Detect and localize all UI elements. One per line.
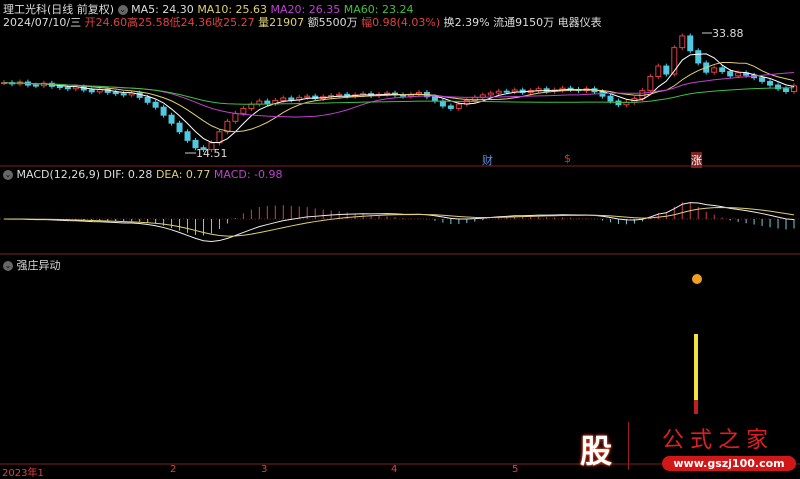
x-label: 2023年1 — [2, 468, 44, 479]
candle — [232, 112, 239, 122]
candle — [56, 85, 63, 89]
watermark: 股 公式之家 www.gszj100.com — [560, 420, 800, 476]
candle — [639, 90, 646, 100]
high-price-label: 33.88 — [712, 27, 744, 40]
candle — [495, 90, 502, 94]
candle — [607, 95, 614, 102]
dividend-marker[interactable]: $ — [564, 152, 571, 165]
macd-dea: DEA: 0.77 — [155, 168, 211, 181]
candle — [695, 50, 702, 64]
candle — [112, 91, 119, 95]
candle — [687, 35, 694, 52]
low-price-label: 14.51 — [196, 147, 228, 160]
x-label: 2 — [170, 464, 177, 475]
chevron-down-icon[interactable]: ⌄ — [3, 170, 13, 180]
candle — [447, 105, 454, 109]
candle — [735, 72, 742, 77]
candle — [144, 96, 151, 103]
watermark-name: 公式之家 — [662, 428, 775, 453]
watermark-url: www.gszj100.com — [662, 456, 796, 471]
candle — [647, 75, 654, 92]
candle — [511, 89, 518, 93]
signal-up-icon — [692, 274, 702, 284]
macd-header: ⌄ MACD(12,26,9) DIF: 0.28 DEA: 0.77 MACD… — [3, 168, 283, 181]
candle — [655, 65, 662, 77]
candle — [336, 93, 343, 97]
candle — [176, 122, 183, 133]
candle — [487, 92, 494, 96]
candle — [120, 93, 127, 96]
signal-bar-base — [694, 400, 698, 414]
x-label: 3 — [261, 464, 268, 475]
indicator-header: ⌄ 强庄异动 — [3, 257, 61, 273]
candle — [88, 89, 95, 93]
candle — [304, 95, 311, 98]
candle — [503, 90, 510, 93]
candle — [727, 71, 734, 77]
candle — [248, 103, 255, 109]
macd-dif: DIF: 0.28 — [103, 168, 153, 181]
candle — [759, 77, 766, 82]
candle — [711, 67, 718, 73]
candle — [152, 101, 159, 108]
candle — [455, 103, 462, 109]
indicator-title: 强庄异动 — [16, 259, 61, 272]
candle — [719, 67, 726, 73]
finance-marker[interactable]: 财 — [482, 152, 493, 168]
x-label: 4 — [391, 464, 398, 475]
signal-bar — [694, 334, 698, 400]
candle — [671, 47, 678, 75]
kline-chart[interactable] — [0, 0, 800, 476]
candle — [767, 80, 774, 86]
x-label: 5 — [512, 464, 519, 475]
candle — [663, 65, 670, 75]
limit-up-marker[interactable]: 涨 — [691, 152, 702, 168]
candle — [679, 35, 686, 49]
candle — [184, 131, 191, 141]
candle — [64, 87, 71, 90]
macd-title: MACD(12,26,9) — [16, 168, 101, 181]
candle — [160, 106, 167, 116]
watermark-logo: 股 — [579, 432, 612, 470]
candle — [168, 114, 175, 124]
candle — [280, 97, 287, 101]
candle — [240, 107, 247, 114]
chevron-down-icon[interactable]: ⌄ — [3, 261, 13, 271]
candle — [264, 100, 271, 105]
candle — [791, 85, 797, 92]
candle — [431, 96, 438, 102]
candle — [32, 84, 39, 87]
candle — [439, 100, 446, 107]
dea-line — [3, 206, 795, 237]
candle — [783, 88, 790, 92]
candle — [288, 97, 295, 101]
macd-value: MACD: -0.98 — [213, 168, 283, 181]
